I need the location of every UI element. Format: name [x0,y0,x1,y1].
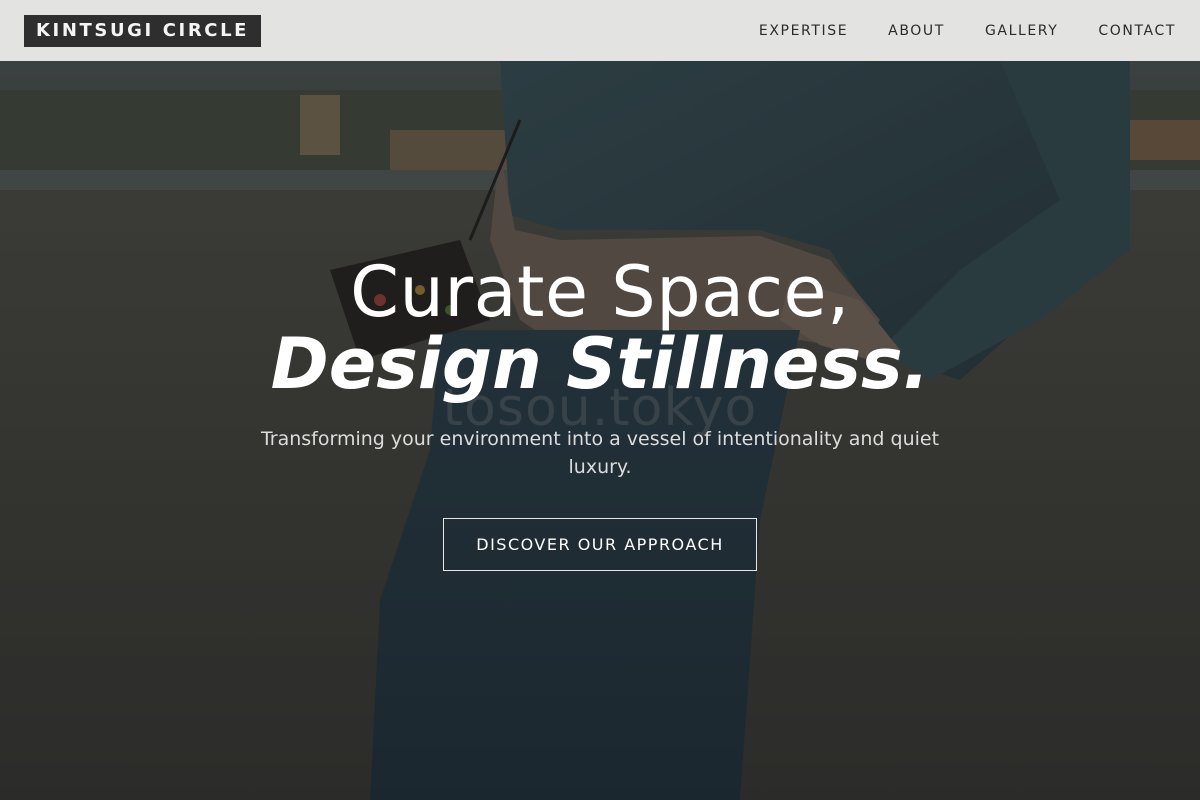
hero-headline: Curate Space, Design Stillness. [0,255,1200,399]
discover-approach-button[interactable]: DISCOVER OUR APPROACH [443,518,757,571]
main-nav: EXPERTISE ABOUT GALLERY CONTACT [759,23,1176,39]
hero-content: Curate Space, Design Stillness. Transfor… [0,255,1200,571]
headline-line-2: Design Stillness. [270,323,930,405]
nav-link-gallery[interactable]: GALLERY [985,23,1058,39]
site-header: KINTSUGI CIRCLE EXPERTISE ABOUT GALLERY … [0,0,1200,61]
nav-link-contact[interactable]: CONTACT [1098,23,1176,39]
hero-subtitle: Transforming your environment into a ves… [260,428,940,478]
headline-line-1: Curate Space, [350,251,850,333]
nav-link-about[interactable]: ABOUT [888,23,945,39]
brand-logo[interactable]: KINTSUGI CIRCLE [24,14,262,47]
nav-link-expertise[interactable]: EXPERTISE [759,23,848,39]
